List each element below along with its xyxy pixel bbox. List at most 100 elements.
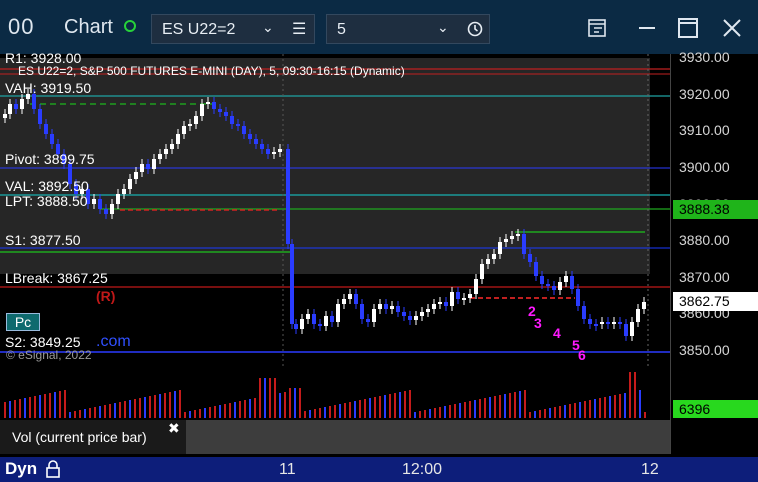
- volume-bar: [449, 405, 451, 418]
- candle-body: [426, 309, 430, 312]
- clock-icon[interactable]: [467, 21, 483, 37]
- price-chart-canvas: 23456: [0, 54, 670, 368]
- volume-bar: [514, 392, 516, 418]
- candle-body: [546, 284, 550, 286]
- candle-body: [92, 199, 96, 204]
- candle-body: [636, 309, 640, 322]
- volume-bar: [89, 408, 91, 418]
- volume-bar: [274, 378, 276, 418]
- time-label: 12: [641, 461, 659, 478]
- minimize-icon[interactable]: [637, 17, 657, 37]
- com-label: .com: [96, 333, 131, 350]
- volume-bar: [259, 378, 261, 418]
- s1-label: S1: 3877.50: [5, 232, 81, 248]
- candle-body: [254, 139, 258, 144]
- candle-body: [642, 302, 646, 309]
- volume-bar: [14, 400, 16, 418]
- volume-bar: [254, 398, 256, 418]
- volume-bar: [354, 401, 356, 418]
- candle-body: [324, 316, 328, 326]
- candle-body: [564, 276, 568, 282]
- volume-bar: [329, 406, 331, 418]
- maximize-icon[interactable]: [677, 17, 699, 39]
- candle-body: [480, 264, 484, 279]
- candle-body: [558, 282, 562, 290]
- volume-bar: [104, 405, 106, 418]
- pc-button[interactable]: Pc: [6, 313, 40, 331]
- volume-bar: [289, 388, 291, 418]
- connection-status-icon: [124, 20, 136, 32]
- lock-icon[interactable]: [44, 459, 62, 479]
- time-label: 12:00: [402, 461, 443, 478]
- volume-bar: [109, 404, 111, 418]
- candle-body: [20, 99, 24, 109]
- candle-body: [3, 114, 7, 118]
- interval-value: 5: [337, 21, 346, 38]
- volume-bar: [194, 410, 196, 418]
- form-edit-icon[interactable]: [587, 17, 609, 39]
- volume-bar: [74, 411, 76, 418]
- volume-bar: [374, 397, 376, 418]
- candle-body: [206, 102, 210, 104]
- count-label: 4: [553, 325, 561, 341]
- price-axis[interactable]: 3930.00 3920.00 3910.00 3900.00 3890.00 …: [670, 49, 758, 454]
- window-title: Chart: [64, 16, 113, 38]
- break-mark: (R): [96, 288, 116, 304]
- volume-bar: [509, 393, 511, 418]
- volume-bar: [139, 398, 141, 418]
- symbol-selector[interactable]: ES U22=2 ⌄ ☰: [151, 14, 315, 44]
- candle-body: [122, 189, 126, 194]
- chevron-down-icon[interactable]: ⌄: [262, 19, 274, 36]
- candle-body: [540, 276, 544, 284]
- candle-body: [510, 236, 514, 239]
- window-menu-icon[interactable]: 00: [8, 14, 34, 40]
- volume-bar: [524, 390, 526, 418]
- volume-bar: [179, 390, 181, 418]
- volume-bar: [594, 399, 596, 418]
- volume-bar: [119, 402, 121, 418]
- candle-body: [486, 259, 490, 264]
- volume-bar: [189, 411, 191, 418]
- volume-bar: [589, 400, 591, 418]
- price-tick: 3870.00: [679, 269, 730, 285]
- price-chart[interactable]: 23456: [0, 54, 670, 368]
- volume-bar: [529, 412, 531, 418]
- candle-body: [366, 319, 370, 322]
- count-label: 3: [534, 315, 542, 331]
- volume-bar: [489, 397, 491, 418]
- volume-bar: [39, 395, 41, 418]
- close-icon[interactable]: [721, 17, 743, 39]
- candle-body: [336, 304, 340, 322]
- candle-body: [534, 262, 538, 276]
- candle-body: [312, 314, 316, 324]
- volume-bar: [239, 401, 241, 418]
- candle-body: [552, 286, 556, 290]
- volume-bar: [469, 401, 471, 418]
- volume-bar: [439, 407, 441, 418]
- volume-bar: [129, 400, 131, 418]
- volume-bar: [474, 400, 476, 418]
- candle-body: [498, 242, 502, 254]
- volume-panel[interactable]: [0, 368, 670, 418]
- candle-body: [444, 302, 448, 306]
- volume-bar: [399, 392, 401, 418]
- candle-body: [50, 134, 54, 144]
- candle-body: [306, 314, 310, 319]
- volume-bar: [584, 401, 586, 418]
- volume-bar: [504, 394, 506, 418]
- count-label: 6: [578, 347, 586, 363]
- volume-label: Vol (current price bar): [12, 429, 147, 445]
- candle-body: [158, 154, 162, 159]
- price-tick: 3880.00: [679, 232, 730, 248]
- volume-bar: [19, 399, 21, 418]
- close-study-icon[interactable]: ✖: [168, 420, 180, 437]
- copyright: © eSignal, 2022: [6, 348, 92, 362]
- candle-body: [522, 234, 526, 254]
- candle-body: [286, 149, 290, 244]
- list-icon[interactable]: ☰: [292, 19, 306, 39]
- candle-body: [408, 316, 412, 320]
- chevron-down-icon[interactable]: ⌄: [437, 19, 449, 36]
- symbol-value: ES U22=2: [162, 21, 236, 38]
- interval-selector[interactable]: 5 ⌄: [326, 14, 490, 44]
- volume-legend: Vol (current price bar) ✖: [0, 420, 186, 454]
